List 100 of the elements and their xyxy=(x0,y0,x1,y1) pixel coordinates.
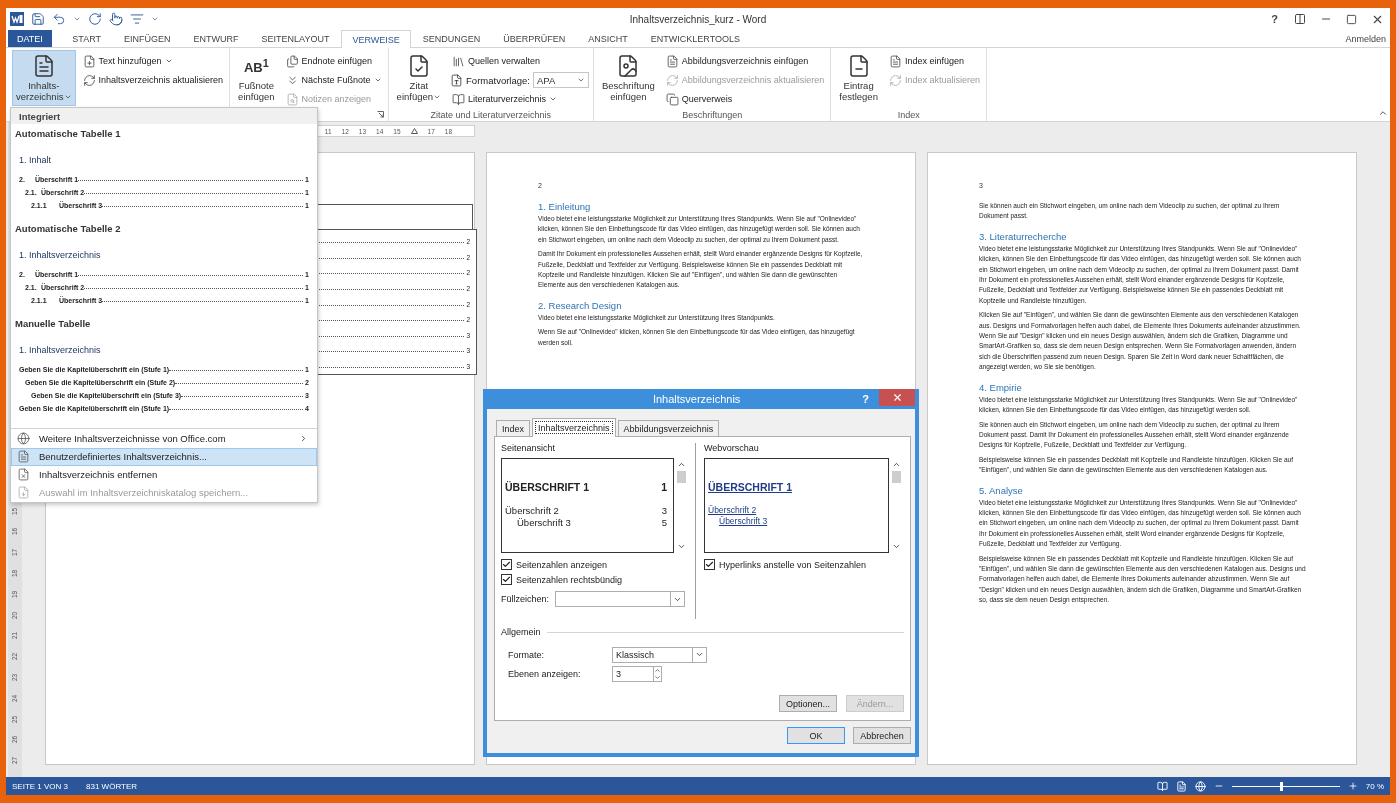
ribbon-tab[interactable]: VERWEISE xyxy=(340,30,412,48)
ribbon-button[interactable]: Inhaltsverzeichnis aktualisieren xyxy=(80,71,226,89)
caret-icon xyxy=(695,650,704,659)
section-heading: 3. Literaturrecherche xyxy=(979,230,1068,242)
globe-icon xyxy=(17,432,30,446)
ribbon-tab[interactable]: ENTWICKLERTOOLS xyxy=(639,30,752,47)
document-icon xyxy=(17,450,30,464)
ribbon-display-icon[interactable] xyxy=(1294,13,1306,25)
footnote-icon: AB$^{1}$ xyxy=(243,58,269,74)
menu-item[interactable]: Benutzerdefiniertes Inhaltsverzeichnis... xyxy=(11,447,317,466)
ribbon-button[interactable]: Inhalts- verzeichnis xyxy=(12,50,76,106)
redo-icon[interactable] xyxy=(88,12,102,26)
format-select[interactable]: Klassisch xyxy=(612,646,707,663)
scroll-thumb[interactable] xyxy=(892,471,901,483)
ribbon-tab[interactable]: SEITENLAYOUT xyxy=(250,30,341,47)
ribbon-button[interactable]: Querverweis xyxy=(663,90,735,108)
menu-item[interactable]: Inhaltsverzeichnis entfernen xyxy=(11,465,317,484)
section-heading: 1. Einleitung xyxy=(538,201,592,212)
read-mode-icon[interactable] xyxy=(1156,780,1168,792)
dialog-button[interactable]: Abbrechen xyxy=(853,727,911,744)
undo-icon[interactable] xyxy=(52,12,66,26)
caret-icon xyxy=(164,57,173,65)
ribbon-tab[interactable]: EINFÜGEN xyxy=(112,30,183,47)
dialog-tab[interactable]: Abbildungsverzeichnis xyxy=(617,420,720,436)
spin-up-icon xyxy=(654,666,661,674)
web-layout-icon[interactable] xyxy=(1194,780,1206,792)
zoom-in-icon[interactable] xyxy=(1347,781,1358,791)
book-icon xyxy=(452,92,466,106)
field-label: Ebenen anzeigen: xyxy=(508,668,582,679)
slider-thumb[interactable] xyxy=(1280,781,1284,791)
field-label: Formatvorlage: xyxy=(466,74,530,86)
list-icon[interactable] xyxy=(130,12,144,26)
refresh-icon xyxy=(888,73,902,87)
ribbon-button[interactable]: Abbildungsverzeichnis einfügen xyxy=(663,52,811,70)
caret-icon[interactable] xyxy=(73,15,81,23)
maximize-icon[interactable] xyxy=(1346,13,1357,25)
ribbon-button[interactable]: Index einfügen xyxy=(886,52,966,70)
caret-icon xyxy=(373,76,382,84)
scroll-thumb[interactable] xyxy=(677,471,686,483)
zoom-slider[interactable] xyxy=(1231,781,1340,791)
ribbon-button[interactable]: Quellen verwalten xyxy=(450,52,543,70)
ribbon-button[interactable]: Beschriftung einfügen xyxy=(597,50,659,106)
ribbon-button[interactable]: Endnote einfügen xyxy=(283,52,375,70)
ribbon-button[interactable]: Text hinzufügen xyxy=(80,52,175,70)
page-count[interactable]: SEITE 1 VON 3 xyxy=(12,781,69,791)
checkbox[interactable] xyxy=(501,574,512,585)
checkbox[interactable] xyxy=(704,559,715,570)
spin-down-icon xyxy=(654,673,661,681)
levels-spinner[interactable]: 3 xyxy=(612,665,662,682)
ribbon-button[interactable]: Zitat einfügen xyxy=(392,50,446,106)
scroll-down-icon[interactable] xyxy=(892,542,901,551)
ribbon-button[interactable]: AB$^{1}$ Fußnote einfügen xyxy=(234,50,279,106)
ribbon-tab[interactable]: SENDUNGEN xyxy=(411,30,492,47)
ribbon-tab[interactable]: START xyxy=(60,30,113,47)
ribbon-button[interactable]: Eintrag festlegen xyxy=(835,50,882,106)
scroll-up-icon[interactable] xyxy=(892,460,901,469)
dialog-tab[interactable]: Index xyxy=(496,420,531,436)
section-label: Webvorschau xyxy=(704,443,760,453)
dialog-launcher-icon[interactable] xyxy=(376,111,384,118)
checkbox-label: Seitenzahlen rechtsbündig xyxy=(516,574,623,585)
field-label: Füllzeichen: xyxy=(501,594,550,604)
field-label: Formate: xyxy=(508,649,545,660)
group-label: Beschriftungen xyxy=(682,109,743,120)
window-title: Inhaltsverzeichnis_kurz - Word xyxy=(629,13,767,25)
save-icon[interactable] xyxy=(31,12,45,26)
preview-page-number: 1 xyxy=(661,481,667,493)
collapse-ribbon-icon[interactable] xyxy=(1378,108,1388,118)
dialog-button[interactable]: Optionen... xyxy=(779,695,837,712)
check-icon xyxy=(705,560,714,569)
pointer-icon[interactable] xyxy=(109,12,123,26)
ribbon-tab[interactable]: ANSICHT xyxy=(576,30,640,47)
sign-in-link[interactable]: Anmelden xyxy=(1345,33,1390,44)
scroll-up-icon[interactable] xyxy=(677,460,686,469)
word-count[interactable]: 831 WÖRTER xyxy=(86,781,137,791)
refresh-icon xyxy=(82,73,96,87)
document-plus-icon xyxy=(82,54,96,68)
indent-marker-icon[interactable] xyxy=(410,128,418,134)
print-layout-icon[interactable] xyxy=(1175,780,1187,792)
ribbon-button[interactable]: Literaturverzeichnis xyxy=(450,90,560,108)
caret-icon[interactable] xyxy=(151,15,159,23)
zoom-level[interactable]: 70 % xyxy=(1365,781,1384,791)
ribbon-tab[interactable]: ÜBERPRÜFEN xyxy=(491,30,577,47)
ribbon-button[interactable]: Nächste Fußnote xyxy=(283,71,384,89)
style-select[interactable]: APA xyxy=(532,72,589,88)
help-button[interactable]: ? xyxy=(1271,13,1278,25)
menu-item[interactable]: Weitere Inhaltsverzeichnisse von Office.com xyxy=(11,429,317,448)
close-button[interactable] xyxy=(879,389,915,406)
document-x-icon xyxy=(17,468,30,482)
document-download-icon xyxy=(17,486,30,500)
document-type-icon xyxy=(450,73,464,87)
file-tab[interactable]: DATEI xyxy=(8,30,52,47)
preview-page-number: 3 xyxy=(661,505,667,516)
scroll-down-icon[interactable] xyxy=(677,542,686,551)
checkbox[interactable] xyxy=(501,559,512,570)
copy-icon xyxy=(665,92,679,106)
caret-icon xyxy=(549,95,558,103)
dialog-tab[interactable]: Inhaltsverzeichnis xyxy=(532,418,616,437)
ribbon-tab[interactable]: ENTWURF xyxy=(182,30,251,47)
preview-heading: Überschrift 3 xyxy=(517,517,571,528)
dialog-button[interactable]: OK xyxy=(787,727,845,744)
